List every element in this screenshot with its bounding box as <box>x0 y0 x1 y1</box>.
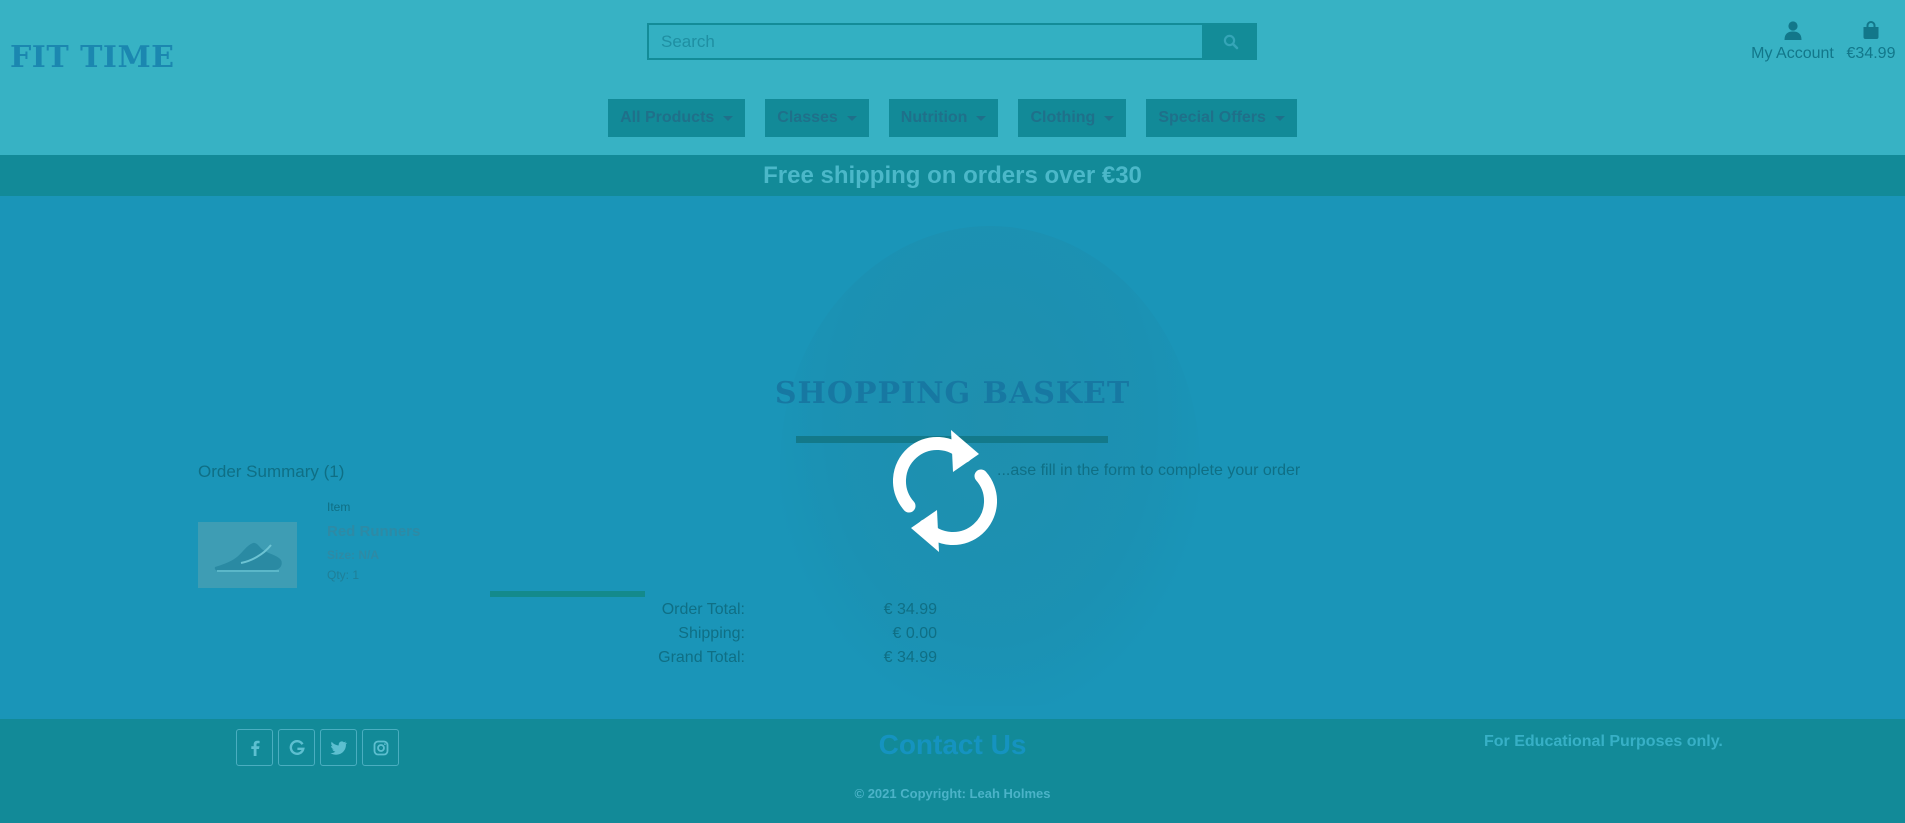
item-column-header: Item <box>327 500 351 514</box>
copyright: © 2021 Copyright: Leah Holmes <box>854 786 1051 801</box>
caret-down-icon <box>976 115 987 121</box>
search-bar <box>647 23 1257 60</box>
order-total-label: Order Total: <box>661 601 745 618</box>
basket-total: €34.99 <box>1846 45 1896 62</box>
caret-down-icon <box>846 115 857 121</box>
main-nav: All Products Classes Nutrition Clothing … <box>0 99 1905 137</box>
main-content: SHOPPING BASKET Order Summary (1) ...ase… <box>0 196 1905 719</box>
order-total-value: € 34.99 <box>883 601 937 618</box>
caret-down-icon <box>723 115 734 121</box>
nav-all-products[interactable]: All Products <box>608 99 746 137</box>
nav-label: Special Offers <box>1158 109 1266 126</box>
caret-down-icon <box>1104 115 1115 121</box>
site-footer: Contact Us For Educational Purposes only… <box>0 719 1905 823</box>
caret-down-icon <box>1274 115 1285 121</box>
nav-label: Clothing <box>1030 109 1096 126</box>
shopping-bag-link[interactable]: €34.99 <box>1845 20 1897 63</box>
nav-special-offers[interactable]: Special Offers <box>1146 99 1297 137</box>
user-icon <box>1784 21 1801 40</box>
search-button[interactable] <box>1204 23 1257 60</box>
checkout-instructions: ...ase fill in the form to complete your… <box>997 462 1301 479</box>
order-summary-heading: Order Summary (1) <box>198 462 345 481</box>
product-name[interactable]: Red Runners <box>327 523 420 540</box>
nav-clothing[interactable]: Clothing <box>1018 99 1127 137</box>
site-logo[interactable]: FIT TIME <box>10 40 175 75</box>
nav-label: All Products <box>620 109 715 126</box>
nav-classes[interactable]: Classes <box>765 99 869 137</box>
shipping-value: € 0.00 <box>892 625 937 642</box>
shopping-bag-icon <box>1863 21 1879 39</box>
search-input[interactable] <box>647 23 1204 60</box>
educational-note: For Educational Purposes only. <box>1484 733 1723 750</box>
shipping-label: Shipping: <box>678 625 745 642</box>
nav-label: Classes <box>777 109 838 126</box>
my-account-link[interactable]: My Account <box>1750 20 1835 63</box>
grand-total-label: Grand Total: <box>658 649 745 666</box>
grand-total-value: € 34.99 <box>883 649 937 666</box>
product-quantity: Qty: 1 <box>327 568 360 582</box>
page-title: SHOPPING BASKET <box>774 376 1131 411</box>
my-account-label: My Account <box>1751 45 1834 62</box>
shipping-banner: Free shipping on orders over €30 <box>0 155 1905 196</box>
sneaker-icon <box>214 542 282 572</box>
product-thumbnail <box>198 522 297 588</box>
sync-icon <box>893 430 997 552</box>
summary-divider <box>490 591 645 597</box>
nav-label: Nutrition <box>900 109 968 126</box>
product-size: Size: N/A <box>327 548 380 562</box>
nav-nutrition[interactable]: Nutrition <box>888 99 999 137</box>
site-header: FIT TIME My Account €34.99 All Products <box>0 0 1905 155</box>
search-icon <box>1223 34 1238 49</box>
